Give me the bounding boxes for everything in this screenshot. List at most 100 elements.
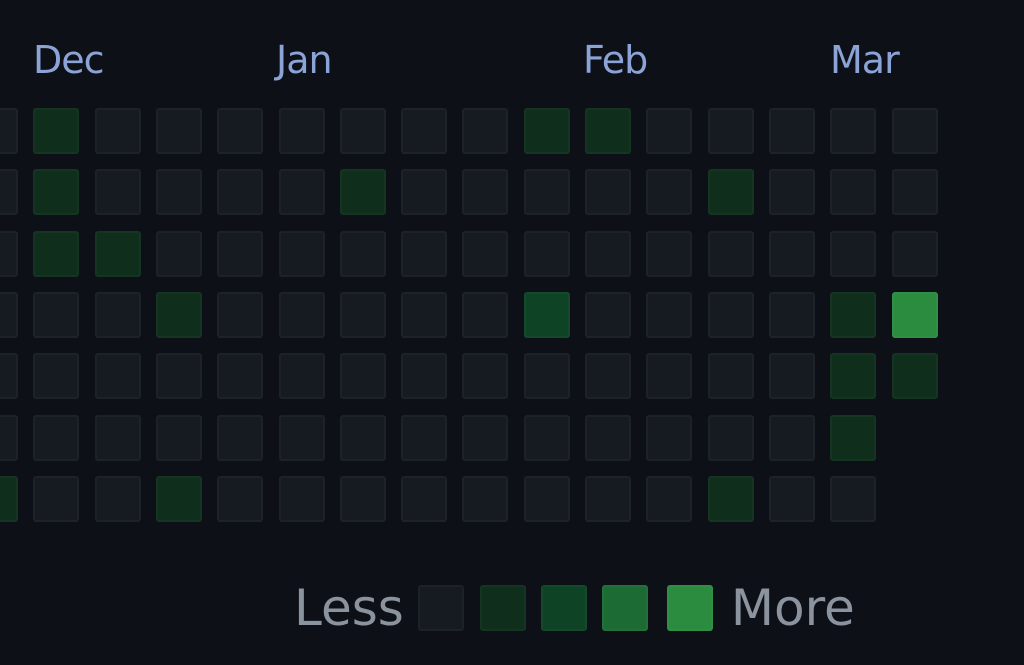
contribution-cell[interactable]	[462, 292, 508, 338]
contribution-cell[interactable]	[156, 415, 202, 461]
contribution-cell[interactable]	[33, 231, 79, 277]
contribution-cell[interactable]	[95, 292, 141, 338]
contribution-cell[interactable]	[33, 292, 79, 338]
contribution-cell[interactable]	[33, 108, 79, 154]
contribution-cell[interactable]	[462, 415, 508, 461]
contribution-cell[interactable]	[708, 353, 754, 399]
contribution-cell[interactable]	[585, 415, 631, 461]
contribution-cell[interactable]	[585, 169, 631, 215]
contribution-cell[interactable]	[646, 476, 692, 522]
contribution-cell[interactable]	[217, 353, 263, 399]
contribution-cell[interactable]	[892, 353, 938, 399]
contribution-cell[interactable]	[830, 169, 876, 215]
contribution-cell[interactable]	[401, 169, 447, 215]
contribution-cell[interactable]	[585, 353, 631, 399]
contribution-cell[interactable]	[33, 476, 79, 522]
contribution-cell[interactable]	[708, 292, 754, 338]
contribution-cell[interactable]	[769, 476, 815, 522]
contribution-cell[interactable]	[340, 476, 386, 522]
contribution-cell[interactable]	[340, 108, 386, 154]
contribution-cell[interactable]	[892, 169, 938, 215]
contribution-cell[interactable]	[156, 476, 202, 522]
contribution-cell[interactable]	[340, 169, 386, 215]
contribution-cell[interactable]	[279, 353, 325, 399]
contribution-cell[interactable]	[646, 169, 692, 215]
contribution-cell[interactable]	[585, 108, 631, 154]
contribution-cell[interactable]	[769, 169, 815, 215]
contribution-cell[interactable]	[401, 292, 447, 338]
contribution-cell[interactable]	[646, 415, 692, 461]
contribution-cell[interactable]	[769, 353, 815, 399]
contribution-cell[interactable]	[279, 476, 325, 522]
contribution-cell[interactable]	[95, 169, 141, 215]
contribution-cell[interactable]	[217, 415, 263, 461]
contribution-cell[interactable]	[524, 108, 570, 154]
contribution-cell[interactable]	[524, 476, 570, 522]
contribution-cell[interactable]	[524, 231, 570, 277]
contribution-cell[interactable]	[401, 108, 447, 154]
contribution-cell[interactable]	[401, 353, 447, 399]
contribution-cell[interactable]	[156, 292, 202, 338]
contribution-cell[interactable]	[892, 108, 938, 154]
contribution-cell[interactable]	[462, 353, 508, 399]
contribution-cell[interactable]	[769, 231, 815, 277]
contribution-cell[interactable]	[585, 231, 631, 277]
contribution-cell[interactable]	[708, 415, 754, 461]
contribution-cell[interactable]	[340, 353, 386, 399]
contribution-cell[interactable]	[340, 231, 386, 277]
contribution-cell[interactable]	[830, 231, 876, 277]
contribution-cell[interactable]	[0, 292, 18, 338]
contribution-cell[interactable]	[830, 292, 876, 338]
contribution-cell[interactable]	[524, 292, 570, 338]
contribution-cell[interactable]	[217, 292, 263, 338]
contribution-cell[interactable]	[95, 231, 141, 277]
contribution-cell[interactable]	[401, 476, 447, 522]
contribution-cell[interactable]	[33, 169, 79, 215]
contribution-cell[interactable]	[830, 353, 876, 399]
contribution-cell[interactable]	[95, 353, 141, 399]
contribution-cell[interactable]	[708, 169, 754, 215]
contribution-cell[interactable]	[95, 108, 141, 154]
contribution-cell[interactable]	[279, 415, 325, 461]
contribution-cell[interactable]	[156, 231, 202, 277]
contribution-cell[interactable]	[156, 108, 202, 154]
contribution-cell[interactable]	[585, 292, 631, 338]
contribution-cell[interactable]	[708, 476, 754, 522]
contribution-cell[interactable]	[340, 292, 386, 338]
contribution-cell[interactable]	[462, 108, 508, 154]
contribution-cell[interactable]	[585, 476, 631, 522]
contribution-cell[interactable]	[340, 415, 386, 461]
contribution-cell[interactable]	[524, 353, 570, 399]
contribution-cell[interactable]	[279, 292, 325, 338]
contribution-cell[interactable]	[646, 353, 692, 399]
contribution-cell[interactable]	[462, 231, 508, 277]
contribution-cell[interactable]	[0, 231, 18, 277]
contribution-cell[interactable]	[892, 292, 938, 338]
contribution-cell[interactable]	[708, 108, 754, 154]
contribution-cell[interactable]	[462, 169, 508, 215]
contribution-cell[interactable]	[830, 108, 876, 154]
contribution-cell[interactable]	[33, 353, 79, 399]
contribution-cell[interactable]	[279, 169, 325, 215]
contribution-cell[interactable]	[769, 292, 815, 338]
contribution-cell[interactable]	[156, 169, 202, 215]
contribution-cell[interactable]	[892, 231, 938, 277]
contribution-cell[interactable]	[156, 353, 202, 399]
contribution-cell[interactable]	[401, 415, 447, 461]
contribution-cell[interactable]	[95, 415, 141, 461]
contribution-cell[interactable]	[0, 476, 18, 522]
contribution-cell[interactable]	[217, 108, 263, 154]
contribution-cell[interactable]	[769, 108, 815, 154]
contribution-cell[interactable]	[646, 292, 692, 338]
contribution-cell[interactable]	[524, 169, 570, 215]
contribution-cell[interactable]	[0, 169, 18, 215]
contribution-cell[interactable]	[217, 231, 263, 277]
contribution-cell[interactable]	[33, 415, 79, 461]
contribution-cell[interactable]	[0, 415, 18, 461]
contribution-cell[interactable]	[0, 108, 18, 154]
contribution-cell[interactable]	[95, 476, 141, 522]
contribution-cell[interactable]	[0, 353, 18, 399]
contribution-cell[interactable]	[769, 415, 815, 461]
contribution-cell[interactable]	[217, 169, 263, 215]
contribution-cell[interactable]	[217, 476, 263, 522]
